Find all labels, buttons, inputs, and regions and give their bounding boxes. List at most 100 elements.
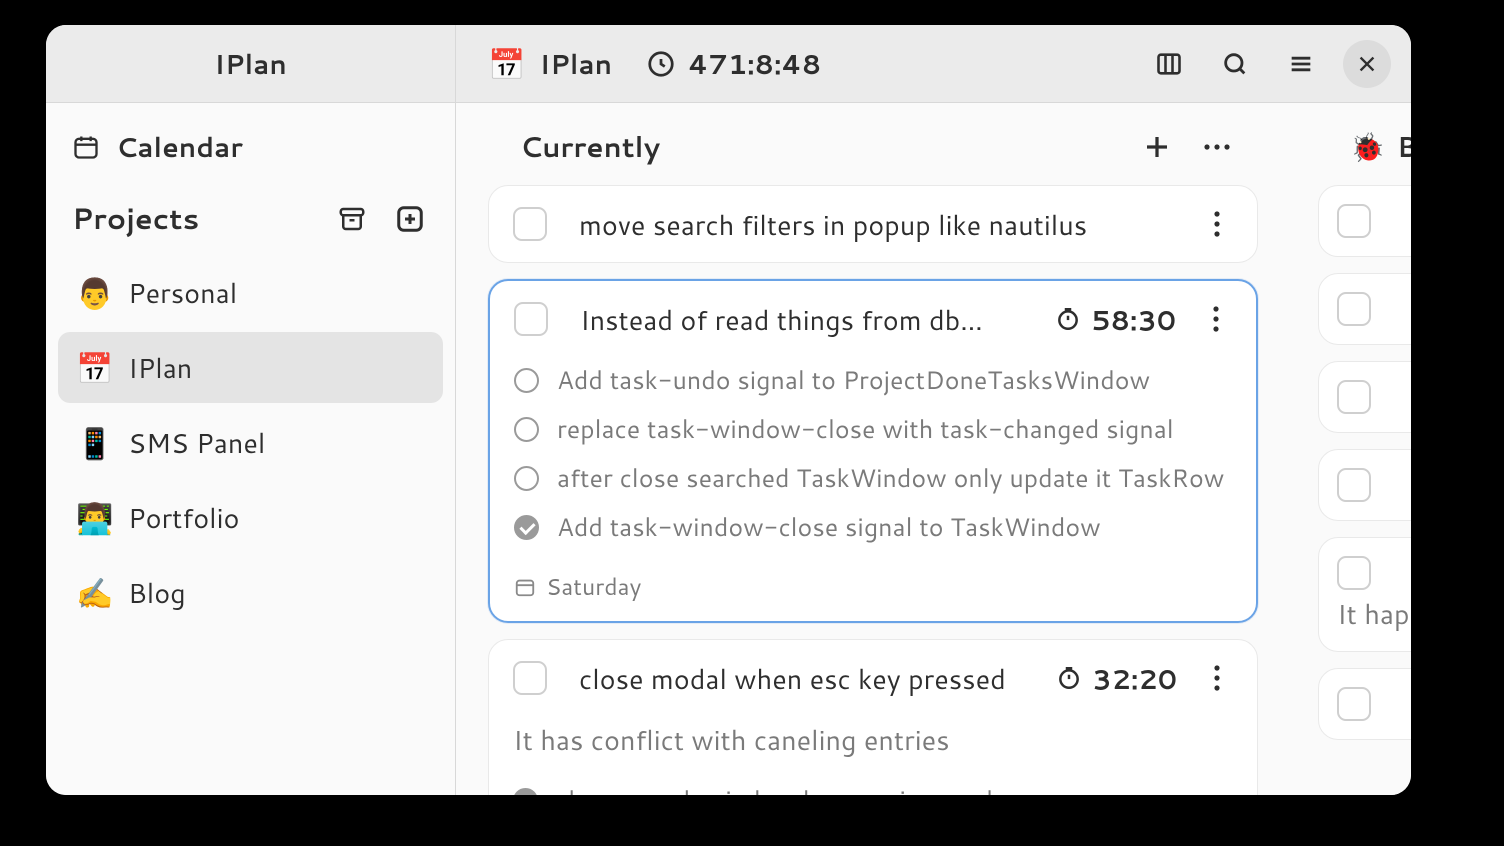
subtask-checkbox[interactable] <box>514 368 539 393</box>
stopwatch-icon <box>1056 665 1082 691</box>
subtask-checkbox[interactable] <box>514 515 539 540</box>
task-checkbox[interactable] <box>513 661 547 695</box>
sidebar-item-blog[interactable]: ✍️ Blog <box>58 557 443 628</box>
task-card[interactable]: close modal when esc key pressed 32:20 <box>488 639 1258 795</box>
column-menu-button[interactable] <box>1202 142 1232 152</box>
project-icon: 📱 <box>76 421 112 464</box>
column-title: Currently <box>520 127 660 167</box>
add-project-icon[interactable] <box>395 204 425 234</box>
task-card[interactable]: It happ <box>1318 537 1411 652</box>
subtask[interactable]: replace task-window-close with task-chan… <box>514 412 1232 447</box>
main: 📅 IPlan 471:8:48 <box>456 25 1411 795</box>
search-button[interactable] <box>1211 40 1259 88</box>
projects-header: Projects <box>58 180 443 239</box>
projects-list: 👨 Personal 📅 IPlan 📱 SMS Panel 👨‍💻 Portf… <box>58 239 443 646</box>
project-icon: 👨 <box>76 271 112 314</box>
app-window: IPlan Calendar Projects <box>46 25 1411 795</box>
task-note: It has conflict with caneling entries <box>513 720 1233 759</box>
task-card[interactable] <box>1318 273 1411 345</box>
columns: Currently <box>456 103 1411 795</box>
header-duration: 471:8:48 <box>646 44 821 83</box>
bug-icon: 🐞 <box>1350 127 1385 167</box>
task-menu-button[interactable] <box>1201 658 1233 698</box>
task-checkbox[interactable] <box>1337 380 1371 414</box>
menu-button[interactable] <box>1277 40 1325 88</box>
subtask[interactable]: after close searched TaskWindow only upd… <box>514 461 1232 496</box>
calendar-link[interactable]: Calendar <box>58 113 443 180</box>
sidebar-item-sms-panel[interactable]: 📱 SMS Panel <box>58 407 443 478</box>
sidebar-item-personal[interactable]: 👨 Personal <box>58 257 443 328</box>
sidebar: IPlan Calendar Projects <box>46 25 456 795</box>
duration-value: 471:8:48 <box>688 44 821 83</box>
project-label: Blog <box>128 573 186 612</box>
task-title: move search filters in popup like nautil… <box>579 205 1201 244</box>
project-icon: 📅 <box>488 42 525 85</box>
layout-button[interactable] <box>1145 40 1193 88</box>
subtask[interactable]: Add task-undo signal to ProjectDoneTasks… <box>514 363 1232 398</box>
task-checkbox[interactable] <box>1337 292 1371 326</box>
close-button[interactable] <box>1343 40 1391 88</box>
subtask[interactable]: close search window by pressing esc key <box>513 783 1233 795</box>
subtask-label: close search window by pressing esc key <box>556 783 1026 795</box>
column-bugs: 🐞 Bu It happ <box>1318 103 1411 795</box>
sidebar-title: IPlan <box>46 25 455 103</box>
task-time: 58:30 <box>1055 300 1176 339</box>
project-label: SMS Panel <box>128 423 265 462</box>
projects-label: Projects <box>72 198 199 239</box>
sidebar-item-iplan[interactable]: 📅 IPlan <box>58 332 443 403</box>
column-title-text: Bu <box>1397 127 1411 167</box>
task-card[interactable]: Instead of read things from db afte… 58:… <box>488 279 1258 623</box>
subtask-checkbox[interactable] <box>514 466 539 491</box>
task-time-value: 32:20 <box>1092 659 1177 698</box>
subtask-label: Add task-window-close signal to TaskWind… <box>557 510 1101 545</box>
project-label: IPlan <box>128 348 192 387</box>
header-project: 📅 IPlan <box>488 42 612 85</box>
sidebar-item-portfolio[interactable]: 👨‍💻 Portfolio <box>58 482 443 553</box>
task-card[interactable] <box>1318 449 1411 521</box>
main-header: 📅 IPlan 471:8:48 <box>456 25 1411 103</box>
task-menu-button[interactable] <box>1201 204 1233 244</box>
add-task-button[interactable] <box>1142 132 1172 162</box>
task-title: Instead of read things from db afte… <box>580 300 990 339</box>
column-header: 🐞 Bu <box>1318 103 1411 177</box>
project-icon: 📅 <box>76 346 112 389</box>
task-title: close modal when esc key pressed <box>579 659 1006 698</box>
task-card[interactable] <box>1318 361 1411 433</box>
clock-icon <box>646 49 676 79</box>
task-checkbox[interactable] <box>1337 468 1371 502</box>
task-card[interactable] <box>1318 668 1411 740</box>
subtask-label: Add task-undo signal to ProjectDoneTasks… <box>557 363 1150 398</box>
sidebar-nav: Calendar Projects <box>46 103 455 646</box>
stopwatch-icon <box>1055 306 1081 332</box>
task-card[interactable] <box>1318 185 1411 257</box>
task-checkbox[interactable] <box>1337 556 1371 590</box>
project-icon: ✍️ <box>76 571 112 614</box>
project-label: Personal <box>128 273 237 312</box>
task-checkbox[interactable] <box>1337 204 1371 238</box>
project-icon: 👨‍💻 <box>76 496 112 539</box>
subtask-label: replace task-window-close with task-chan… <box>557 412 1174 447</box>
task-date-value: Saturday <box>546 571 641 603</box>
task-menu-button[interactable] <box>1200 299 1232 339</box>
task-time: 32:20 <box>1056 659 1177 698</box>
column-currently: Currently <box>488 103 1258 795</box>
project-name: IPlan <box>539 44 612 83</box>
calendar-label: Calendar <box>116 127 243 166</box>
project-label: Portfolio <box>128 498 239 537</box>
task-checkbox[interactable] <box>1337 687 1371 721</box>
task-date: Saturday <box>514 571 1232 603</box>
task-checkbox[interactable] <box>514 302 548 336</box>
column-header: Currently <box>488 103 1258 177</box>
task-note: It happ <box>1337 594 1411 633</box>
task-checkbox[interactable] <box>513 207 547 241</box>
calendar-icon <box>72 133 100 161</box>
task-time-value: 58:30 <box>1091 300 1176 339</box>
calendar-icon <box>514 576 536 598</box>
subtask-checkbox[interactable] <box>513 788 538 795</box>
task-card[interactable]: move search filters in popup like nautil… <box>488 185 1258 263</box>
column-title: 🐞 Bu <box>1350 127 1411 167</box>
subtask-label: after close searched TaskWindow only upd… <box>557 461 1224 496</box>
subtask[interactable]: Add task-window-close signal to TaskWind… <box>514 510 1232 545</box>
archive-icon[interactable] <box>337 204 367 234</box>
subtask-checkbox[interactable] <box>514 417 539 442</box>
